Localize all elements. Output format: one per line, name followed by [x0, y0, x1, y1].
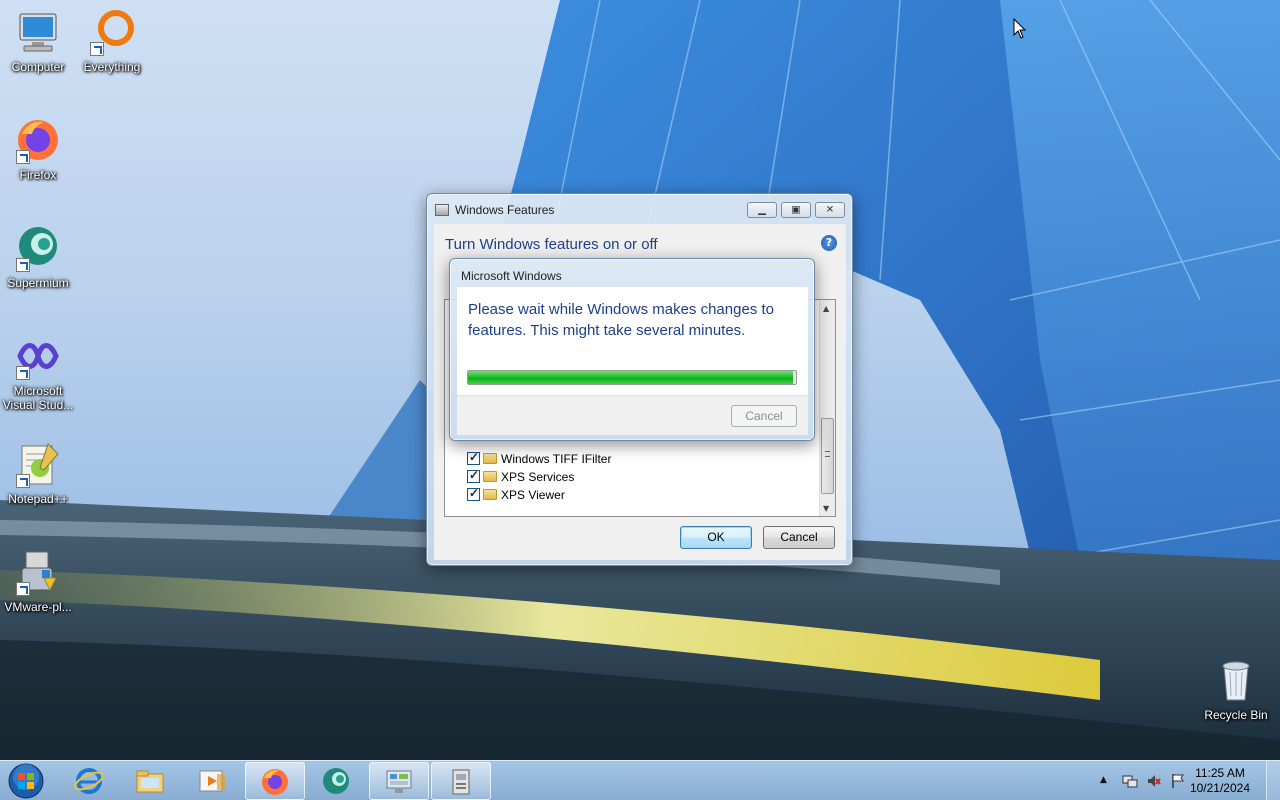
desktop-icon-recycle-bin[interactable]: Recycle Bin [1198, 656, 1274, 722]
folder-icon [483, 453, 497, 464]
desktop-icon-vmware-player[interactable]: VMware-pl... [0, 548, 76, 614]
desktop-icon-label: Supermium [7, 276, 69, 290]
desktop-icon-label: Recycle Bin [1204, 708, 1268, 722]
show-hidden-icons-icon[interactable]: ▲ [1100, 775, 1116, 791]
help-icon[interactable]: ? [821, 235, 837, 251]
file-explorer-icon [136, 770, 164, 793]
dialog-button-area: Cancel [457, 395, 808, 435]
system-clock[interactable]: 11:25 AM 10/21/2024 [1190, 766, 1250, 796]
start-orb-icon [8, 763, 44, 799]
desktop-icon-firefox[interactable]: Firefox [0, 116, 76, 182]
supermium-icon [14, 224, 62, 272]
vmware-installer-icon [14, 548, 62, 596]
desktop-icon-label: Computer [11, 60, 65, 74]
clock-time: 11:25 AM [1195, 766, 1245, 780]
desktop-icon-label: Microsoft Visual Stud... [2, 384, 74, 412]
feature-checkbox[interactable] [467, 486, 480, 501]
desktop-icon-everything[interactable]: Everything [74, 8, 150, 74]
minimize-button[interactable]: ▁ [747, 202, 777, 218]
firefox-icon [14, 116, 62, 164]
ok-button[interactable]: OK [680, 526, 752, 549]
dialog-titlebar[interactable]: Microsoft Windows [450, 259, 814, 287]
feature-checkbox[interactable] [467, 468, 480, 483]
minimize-icon: ▁ [758, 204, 766, 216]
network-icon[interactable] [1122, 773, 1138, 789]
progress-bar-fill [468, 371, 793, 384]
desktop-icon-label: Notepad++ [8, 492, 68, 506]
progress-message: Please wait while Windows makes changes … [468, 301, 774, 339]
taskbar-internet-explorer[interactable] [60, 762, 120, 800]
taskbar-file-explorer[interactable] [121, 762, 181, 800]
taskbar-firefox[interactable] [245, 762, 305, 800]
windows-features-icon [435, 204, 449, 216]
action-center-flag-icon[interactable] [1170, 773, 1186, 789]
folder-icon [483, 471, 497, 482]
progress-cancel-button[interactable]: Cancel [731, 405, 797, 427]
page-heading: Turn Windows features on or off [445, 236, 658, 253]
desktop-icon-notepad-plus-plus[interactable]: Notepad++ [0, 440, 76, 506]
taskbar-supermium[interactable] [307, 762, 367, 800]
desktop-icon-label: VMware-pl... [4, 600, 72, 614]
supermium-icon [323, 768, 349, 794]
scroll-up-icon[interactable]: ▲ [823, 304, 829, 313]
computer-icon [14, 8, 62, 56]
visual-studio-icon [14, 332, 62, 380]
control-panel-icon [386, 770, 412, 793]
maximize-button[interactable]: ▣ [781, 202, 811, 218]
desktop-icon-label: Firefox [19, 168, 57, 182]
progress-bar [467, 370, 797, 385]
close-icon: ✕ [825, 204, 835, 216]
taskbar-control-panel[interactable] [369, 762, 429, 800]
taskbar-windows-features[interactable] [431, 762, 491, 800]
feature-label: XPS Services [501, 470, 575, 484]
feature-label: XPS Viewer [501, 488, 565, 502]
shortcut-arrow-icon [16, 258, 30, 272]
progress-dialog: Microsoft Windows Please wait while Wind… [449, 258, 815, 441]
close-button[interactable]: ✕ [815, 202, 845, 218]
vertical-scrollbar[interactable]: ▲ ▼ [819, 300, 835, 516]
show-desktop-button[interactable] [1266, 761, 1280, 800]
clock-date: 10/21/2024 [1189, 781, 1250, 795]
shortcut-arrow-icon [16, 366, 30, 380]
start-button[interactable] [4, 762, 48, 800]
volume-muted-icon[interactable] [1146, 773, 1162, 789]
desktop-icon-computer[interactable]: Computer [0, 8, 76, 74]
scrollbar-thumb[interactable] [821, 418, 834, 494]
desktop-icon-label: Everything [83, 60, 141, 74]
firefox-icon [262, 769, 288, 795]
folder-icon [483, 489, 497, 500]
taskbar-media-player[interactable] [183, 762, 243, 800]
desktop-icon-visual-studio[interactable]: Microsoft Visual Stud... [0, 332, 76, 412]
window-titlebar[interactable]: Windows Features ▁ ▣ ✕ [427, 194, 852, 224]
dialog-message-area: Please wait while Windows makes changes … [457, 287, 808, 395]
dialog-title: Microsoft Windows [461, 269, 562, 283]
cancel-button[interactable]: Cancel [763, 526, 835, 549]
windows-features-icon [452, 769, 470, 795]
scroll-down-icon[interactable]: ▼ [823, 504, 829, 513]
taskbar: ▲ 11:25 AM 10/21/2024 [0, 760, 1280, 800]
mouse-cursor-icon [1013, 17, 1027, 43]
internet-explorer-icon [74, 768, 104, 794]
feature-label: Windows TIFF IFilter [501, 452, 612, 466]
notepad-plus-plus-icon [14, 440, 62, 488]
feature-checkbox[interactable] [467, 450, 480, 465]
window-title: Windows Features [455, 203, 555, 217]
maximize-icon: ▣ [791, 204, 801, 216]
shortcut-arrow-icon [90, 42, 104, 56]
shortcut-arrow-icon [16, 150, 30, 164]
shortcut-arrow-icon [16, 474, 30, 488]
media-player-icon [199, 770, 225, 792]
recycle-bin-icon [1212, 656, 1260, 704]
everything-icon [88, 8, 136, 56]
desktop-icon-supermium[interactable]: Supermium [0, 224, 76, 290]
shortcut-arrow-icon [16, 582, 30, 596]
